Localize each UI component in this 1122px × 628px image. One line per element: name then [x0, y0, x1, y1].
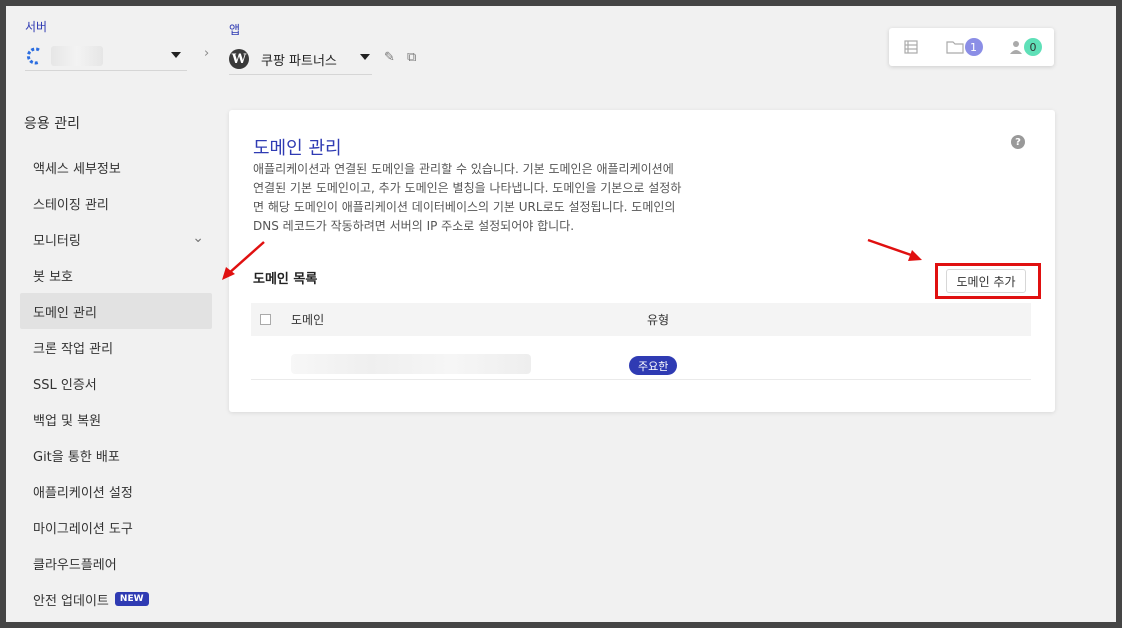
sidebar-item-cron-jobs[interactable]: 크론 작업 관리 — [20, 329, 212, 365]
sidebar-item-domain-management[interactable]: 도메인 관리 — [20, 293, 212, 329]
description-line: 면 해당 도메인이 애플리케이션 데이터베이스의 기본 URL로도 설정됩니다.… — [253, 200, 676, 214]
folder-icon — [945, 41, 964, 54]
column-header-domain: 도메인 — [291, 313, 325, 327]
page-description: 애플리케이션과 연결된 도메인을 관리할 수 있습니다. 기본 도메인은 애플리… — [253, 160, 753, 236]
sidebar-item-app-settings[interactable]: 애플리케이션 설정 — [20, 473, 212, 509]
description-line: DNS 레코드가 작동하려면 서버의 IP 주소로 설정되어야 합니다. — [253, 219, 575, 233]
table-row[interactable]: 주요한 — [251, 346, 1031, 380]
app-frame: 서버 › 앱 W 쿠팡 파트너스 ✎ ⧉ 1 0 응용 관리 액세스 세부정보 … — [6, 6, 1116, 622]
highlight-box: 도메인 추가 — [935, 263, 1041, 299]
sidebar-item-access-details[interactable]: 액세스 세부정보 — [20, 149, 212, 185]
app-name: 쿠팡 파트너스 — [261, 53, 337, 69]
sidebar-item-label: 백업 및 복원 — [33, 413, 102, 429]
primary-badge: 주요한 — [629, 356, 678, 375]
projects-button[interactable]: 1 — [945, 38, 983, 56]
sidebar-title: 응용 관리 — [24, 116, 80, 132]
add-domain-button[interactable]: 도메인 추가 — [946, 269, 1026, 293]
select-all-checkbox[interactable] — [260, 314, 271, 325]
sidebar: 응용 관리 액세스 세부정보 스테이징 관리 모니터링 ⌄ 봇 보호 도메인 관리… — [20, 113, 212, 617]
sidebar-item-label: 애플리케이션 설정 — [33, 485, 133, 501]
sidebar-item-label: 스테이징 관리 — [33, 197, 109, 213]
description-line: 연결된 기본 도메인이고, 추가 도메인은 별칭을 나타냅니다. 도메인을 기본… — [253, 181, 682, 195]
projects-count-badge: 1 — [964, 38, 983, 56]
domain-name-blurred — [291, 354, 531, 374]
app-selector[interactable]: 앱 W 쿠팡 파트너스 ✎ ⧉ — [229, 21, 439, 75]
column-header-type: 유형 — [647, 313, 670, 327]
sidebar-item-migration-tools[interactable]: 마이그레이션 도구 — [20, 509, 212, 545]
sidebar-item-label: SSL 인증서 — [33, 377, 97, 393]
server-dropdown[interactable] — [25, 41, 187, 71]
sidebar-item-monitoring[interactable]: 모니터링 ⌄ — [20, 221, 212, 257]
app-dropdown[interactable]: W 쿠팡 파트너스 ✎ ⧉ — [229, 44, 439, 75]
chevron-down-icon[interactable] — [360, 54, 370, 60]
wordpress-icon: W — [229, 49, 249, 69]
external-link-icon[interactable]: ⧉ — [407, 50, 416, 65]
sidebar-item-label: 도메인 관리 — [33, 305, 97, 321]
description-line: 애플리케이션과 연결된 도메인을 관리할 수 있습니다. 기본 도메인은 애플리… — [253, 162, 674, 176]
chevron-down-icon[interactable]: ⌄ — [192, 230, 204, 246]
domain-management-card: 도메인 관리 ? 애플리케이션과 연결된 도메인을 관리할 수 있습니다. 기본… — [229, 110, 1055, 412]
list-icon — [904, 40, 918, 54]
sidebar-item-label: 안전 업데이트 — [33, 593, 109, 609]
sidebar-item-ssl[interactable]: SSL 인증서 — [20, 365, 212, 401]
sidebar-item-label: 봇 보호 — [33, 269, 74, 285]
team-button[interactable]: 0 — [1009, 38, 1042, 56]
server-name-blurred — [51, 45, 103, 66]
sidebar-item-cloudflare[interactable]: 클라우드플레어 — [20, 545, 212, 581]
chevron-down-icon[interactable] — [171, 52, 181, 58]
page-title: 도메인 관리 — [253, 138, 342, 159]
team-count-badge: 0 — [1024, 38, 1042, 56]
pencil-icon[interactable]: ✎ — [384, 50, 395, 65]
sidebar-item-git-deploy[interactable]: Git을 통한 배포 — [20, 437, 212, 473]
top-right-panel: 1 0 — [889, 28, 1054, 66]
help-icon[interactable]: ? — [1011, 135, 1025, 149]
new-badge: NEW — [114, 592, 149, 606]
sidebar-item-staging[interactable]: 스테이징 관리 — [20, 185, 212, 221]
app-underline — [229, 74, 372, 75]
sidebar-item-label: 액세스 세부정보 — [33, 161, 121, 177]
sidebar-item-safe-updates[interactable]: 안전 업데이트 NEW — [20, 581, 212, 617]
arrow-annotation-right — [867, 238, 922, 261]
sidebar-item-label: 크론 작업 관리 — [33, 341, 114, 357]
app-label: 앱 — [229, 23, 241, 37]
servers-list-button[interactable] — [903, 39, 919, 55]
sidebar-item-label: 모니터링 — [33, 233, 81, 249]
sidebar-item-label: 클라우드플레어 — [33, 557, 117, 573]
arrow-annotation-left — [222, 241, 265, 280]
sidebar-item-backup-restore[interactable]: 백업 및 복원 — [20, 401, 212, 437]
sidebar-item-bot-protection[interactable]: 봇 보호 — [20, 257, 212, 293]
cloudways-logo-icon — [25, 46, 45, 66]
table-header: 도메인 유형 — [251, 303, 1031, 336]
sidebar-item-label: Git을 통한 배포 — [33, 449, 120, 465]
server-label: 서버 — [25, 20, 48, 34]
sidebar-item-label: 마이그레이션 도구 — [33, 521, 133, 537]
server-selector[interactable]: 서버 — [25, 18, 187, 71]
breadcrumb-separator-icon: › — [204, 46, 210, 61]
user-icon — [1010, 41, 1022, 54]
